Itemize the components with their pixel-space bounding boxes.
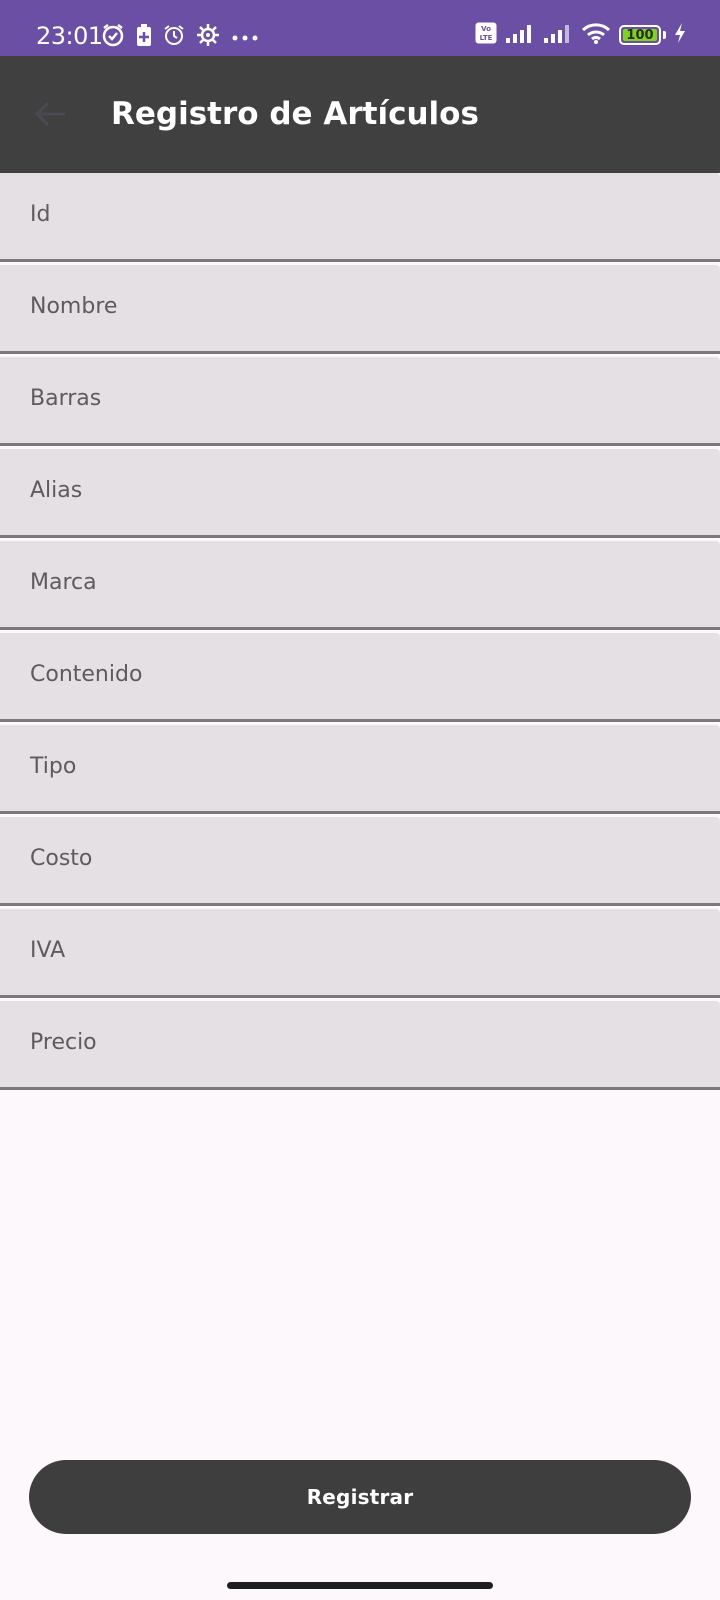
id-field[interactable]: Id [0,173,720,262]
battery-saver-icon [136,23,152,51]
wifi-icon [581,22,611,48]
costo-field[interactable]: Costo [0,817,720,906]
field-label: IVA [30,938,66,963]
alias-field[interactable]: Alias [0,449,720,538]
signal-icon [543,22,573,48]
field-label: Contenido [30,662,143,687]
field-label: Id [30,202,51,227]
volte-icon: Vo LTE [475,22,497,48]
app-bar: Registro de Artículos [0,56,720,173]
status-icons-left [100,22,260,52]
field-label: Precio [30,1030,97,1055]
battery-level: 100 [626,27,654,43]
more-dots-icon [230,28,260,47]
marca-field[interactable]: Marca [0,541,720,630]
register-button[interactable]: Registrar [29,1460,691,1534]
battery-icon: 100 [619,25,661,45]
precio-field[interactable]: Precio [0,1001,720,1090]
tipo-field[interactable]: Tipo [0,725,720,814]
alarm-check-icon [100,22,126,52]
alarm-icon [162,23,186,51]
page-title: Registro de Artículos [111,96,479,132]
nombre-field[interactable]: Nombre [0,265,720,354]
charging-icon [674,22,686,48]
home-indicator[interactable] [227,1582,493,1589]
gear-icon [196,23,220,51]
barras-field[interactable]: Barras [0,357,720,446]
field-label: Costo [30,846,93,871]
contenido-field[interactable]: Contenido [0,633,720,722]
field-label: Nombre [30,294,118,319]
field-label: Alias [30,478,83,503]
status-icons-right: Vo LTE 100 [475,22,686,48]
status-time: 23:01 [36,22,103,50]
field-label: Marca [30,570,97,595]
field-label: Barras [30,386,102,411]
status-bar: 23:01 Vo LTE 100 [0,0,720,56]
svg-text:Vo: Vo [481,25,491,33]
field-label: Tipo [30,754,77,779]
iva-field[interactable]: IVA [0,909,720,998]
svg-text:LTE: LTE [480,34,493,42]
signal-icon [505,22,535,48]
article-form: Id Nombre Barras Alias Marca Contenido T… [0,173,720,1093]
arrow-left-icon[interactable] [30,96,70,132]
